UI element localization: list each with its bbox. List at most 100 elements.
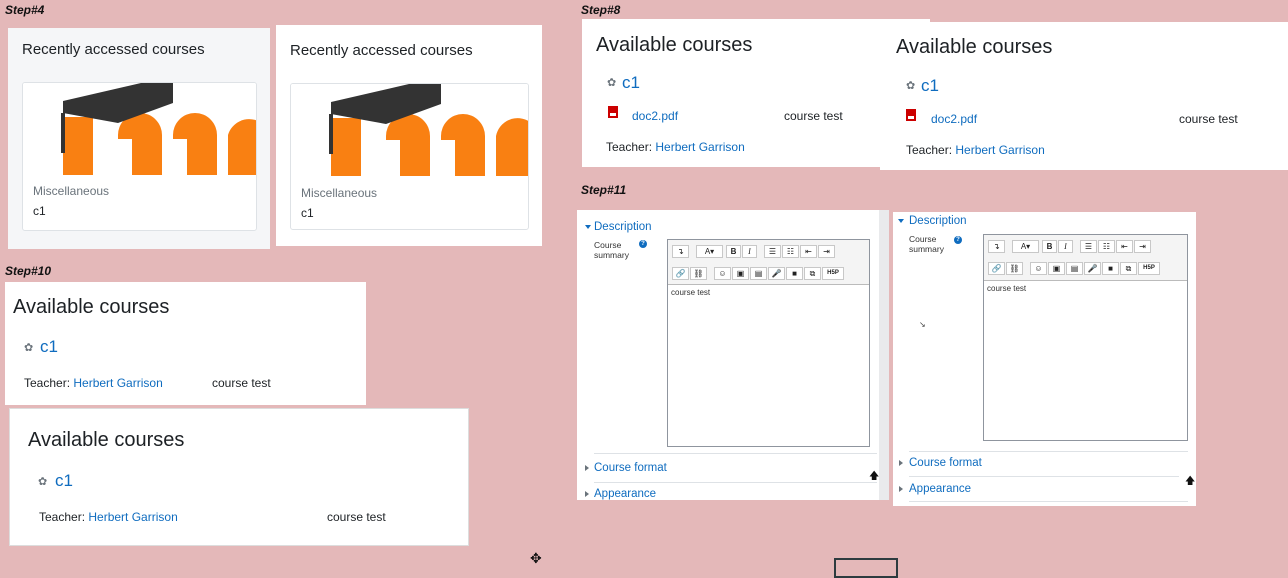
step-label-8: Step#8	[581, 3, 621, 17]
pdf-file-icon	[906, 109, 916, 121]
course-format-section-toggle[interactable]: Course format	[909, 457, 982, 469]
expand-icon[interactable]	[899, 486, 903, 492]
course-link[interactable]: c1	[55, 471, 73, 491]
editor-toolbar: ↴ A▾ B I ☰ ☷ ⇤ ⇥ 🔗 ⛓ ☺ ▣ ▤ 🎤 ■ ⧉ H5P	[668, 240, 869, 284]
step-label-10: Step#10	[5, 264, 52, 278]
link-button[interactable]: 🔗	[672, 267, 689, 280]
recently-accessed-block-1: Recently accessed courses Miscellaneous …	[8, 28, 270, 249]
bold-button[interactable]: B	[1042, 240, 1057, 253]
indent-button[interactable]: ⇥	[1134, 240, 1151, 253]
emoji-button[interactable]: ☺	[1030, 262, 1047, 275]
divider	[909, 451, 1188, 452]
teacher-link[interactable]: Herbert Garrison	[88, 510, 177, 524]
collapse-icon[interactable]	[585, 225, 591, 229]
undo-button[interactable]: ↴	[672, 245, 689, 258]
course-name[interactable]: c1	[33, 204, 46, 218]
course-summary: course test	[784, 109, 843, 123]
unlink-button[interactable]: ⛓	[1006, 262, 1023, 275]
course-name[interactable]: c1	[301, 206, 314, 220]
course-card[interactable]: Miscellaneous c1	[290, 83, 529, 230]
course-category: Miscellaneous	[301, 186, 378, 200]
undo-button[interactable]: ↴	[988, 240, 1005, 253]
course-link[interactable]: c1	[921, 76, 939, 96]
expand-icon[interactable]	[585, 465, 589, 471]
unordered-list-button[interactable]: ☰	[764, 245, 781, 258]
outdent-button[interactable]: ⇤	[1116, 240, 1133, 253]
course-summary-editor[interactable]: ↴ A▾ B I ☰ ☷ ⇤ ⇥ 🔗 ⛓ ☺ ▣ ▤ 🎤 ■ ⧉ H5P cou…	[667, 239, 870, 447]
record-video-button[interactable]: ■	[786, 267, 803, 280]
course-summary: course test	[327, 510, 386, 524]
indent-button[interactable]: ⇥	[818, 245, 835, 258]
font-style-button[interactable]: A▾	[696, 245, 723, 258]
description-section-toggle[interactable]: Description	[909, 215, 967, 227]
h5p-button[interactable]: H5P	[1138, 262, 1160, 275]
course-summary: course test	[1179, 112, 1238, 126]
course-link[interactable]: c1	[622, 73, 640, 93]
manage-files-button[interactable]: ⧉	[1120, 262, 1137, 275]
h5p-button[interactable]: H5P	[822, 267, 844, 280]
emoji-button[interactable]: ☺	[714, 267, 731, 280]
block-title: Available courses	[596, 34, 753, 56]
teacher-link[interactable]: Herbert Garrison	[955, 143, 1044, 157]
unordered-list-button[interactable]: ☰	[1080, 240, 1097, 253]
back-to-top-icon[interactable]: 🡅	[869, 469, 879, 486]
available-courses-block-step8-b: Available courses ✿ c1 doc2.pdf course t…	[880, 22, 1288, 170]
teacher-line: Teacher: Herbert Garrison	[606, 140, 745, 154]
link-button[interactable]: 🔗	[988, 262, 1005, 275]
unlink-button[interactable]: ⛓	[690, 267, 707, 280]
expand-icon[interactable]	[899, 460, 903, 466]
bold-button[interactable]: B	[726, 245, 741, 258]
ordered-list-button[interactable]: ☷	[782, 245, 799, 258]
course-icon: ✿	[38, 476, 48, 488]
block-title: Available courses	[896, 36, 1053, 58]
teacher-line: Teacher: Herbert Garrison	[906, 143, 1045, 157]
record-video-button[interactable]: ■	[1102, 262, 1119, 275]
ordered-list-button[interactable]: ☷	[1098, 240, 1115, 253]
teacher-link[interactable]: Herbert Garrison	[655, 140, 744, 154]
course-card[interactable]: Miscellaneous c1	[22, 82, 257, 231]
recently-accessed-block-2: Recently accessed courses Miscellaneous …	[276, 25, 542, 246]
move-cursor-icon: ✥	[530, 550, 542, 566]
media-button[interactable]: ▤	[750, 267, 767, 280]
course-summary: course test	[212, 376, 271, 390]
media-button[interactable]: ▤	[1066, 262, 1083, 275]
record-audio-button[interactable]: 🎤	[768, 267, 785, 280]
divider	[594, 482, 877, 483]
step-label-4: Step#4	[5, 3, 45, 17]
image-button[interactable]: ▣	[732, 267, 749, 280]
course-format-section-toggle[interactable]: Course format	[594, 462, 667, 474]
moodle-logo-image	[23, 83, 256, 175]
expand-icon[interactable]	[585, 491, 589, 497]
record-audio-button[interactable]: 🎤	[1084, 262, 1101, 275]
summary-textarea[interactable]: course test	[668, 284, 869, 446]
course-summary-editor[interactable]: ↴ A▾ B I ☰ ☷ ⇤ ⇥ 🔗 ⛓ ☺ ▣ ▤ 🎤 ■ ⧉ H5P cou…	[983, 234, 1188, 441]
scrollbar[interactable]	[879, 210, 889, 500]
divider	[594, 453, 877, 454]
course-edit-form-a: Description Course summary ? ↴ A▾ B I ☰ …	[577, 210, 889, 500]
course-summary-label: Course summary	[594, 240, 629, 260]
available-courses-block-step10-a: Available courses ✿ c1 Teacher: Herbert …	[5, 282, 366, 405]
selection-box	[834, 558, 898, 578]
appearance-section-toggle[interactable]: Appearance	[594, 488, 656, 500]
italic-button[interactable]: I	[1058, 240, 1073, 253]
divider	[909, 476, 1179, 477]
summary-textarea[interactable]: course test	[984, 280, 1187, 440]
appearance-section-toggle[interactable]: Appearance	[909, 483, 971, 495]
font-style-button[interactable]: A▾	[1012, 240, 1039, 253]
help-icon[interactable]: ?	[639, 240, 647, 248]
back-to-top-icon[interactable]: 🡅	[1185, 474, 1195, 491]
teacher-link[interactable]: Herbert Garrison	[73, 376, 162, 390]
collapse-icon[interactable]	[898, 219, 904, 223]
outdent-button[interactable]: ⇤	[800, 245, 817, 258]
image-button[interactable]: ▣	[1048, 262, 1065, 275]
italic-button[interactable]: I	[742, 245, 757, 258]
file-link[interactable]: doc2.pdf	[931, 112, 977, 126]
course-link[interactable]: c1	[40, 337, 58, 357]
description-section-toggle[interactable]: Description	[594, 221, 652, 233]
block-title: Recently accessed courses	[290, 42, 473, 59]
help-icon[interactable]: ?	[954, 236, 962, 244]
moodle-logo-image	[291, 84, 528, 176]
manage-files-button[interactable]: ⧉	[804, 267, 821, 280]
editor-toolbar: ↴ A▾ B I ☰ ☷ ⇤ ⇥ 🔗 ⛓ ☺ ▣ ▤ 🎤 ■ ⧉ H5P	[984, 235, 1187, 280]
file-link[interactable]: doc2.pdf	[632, 109, 678, 123]
